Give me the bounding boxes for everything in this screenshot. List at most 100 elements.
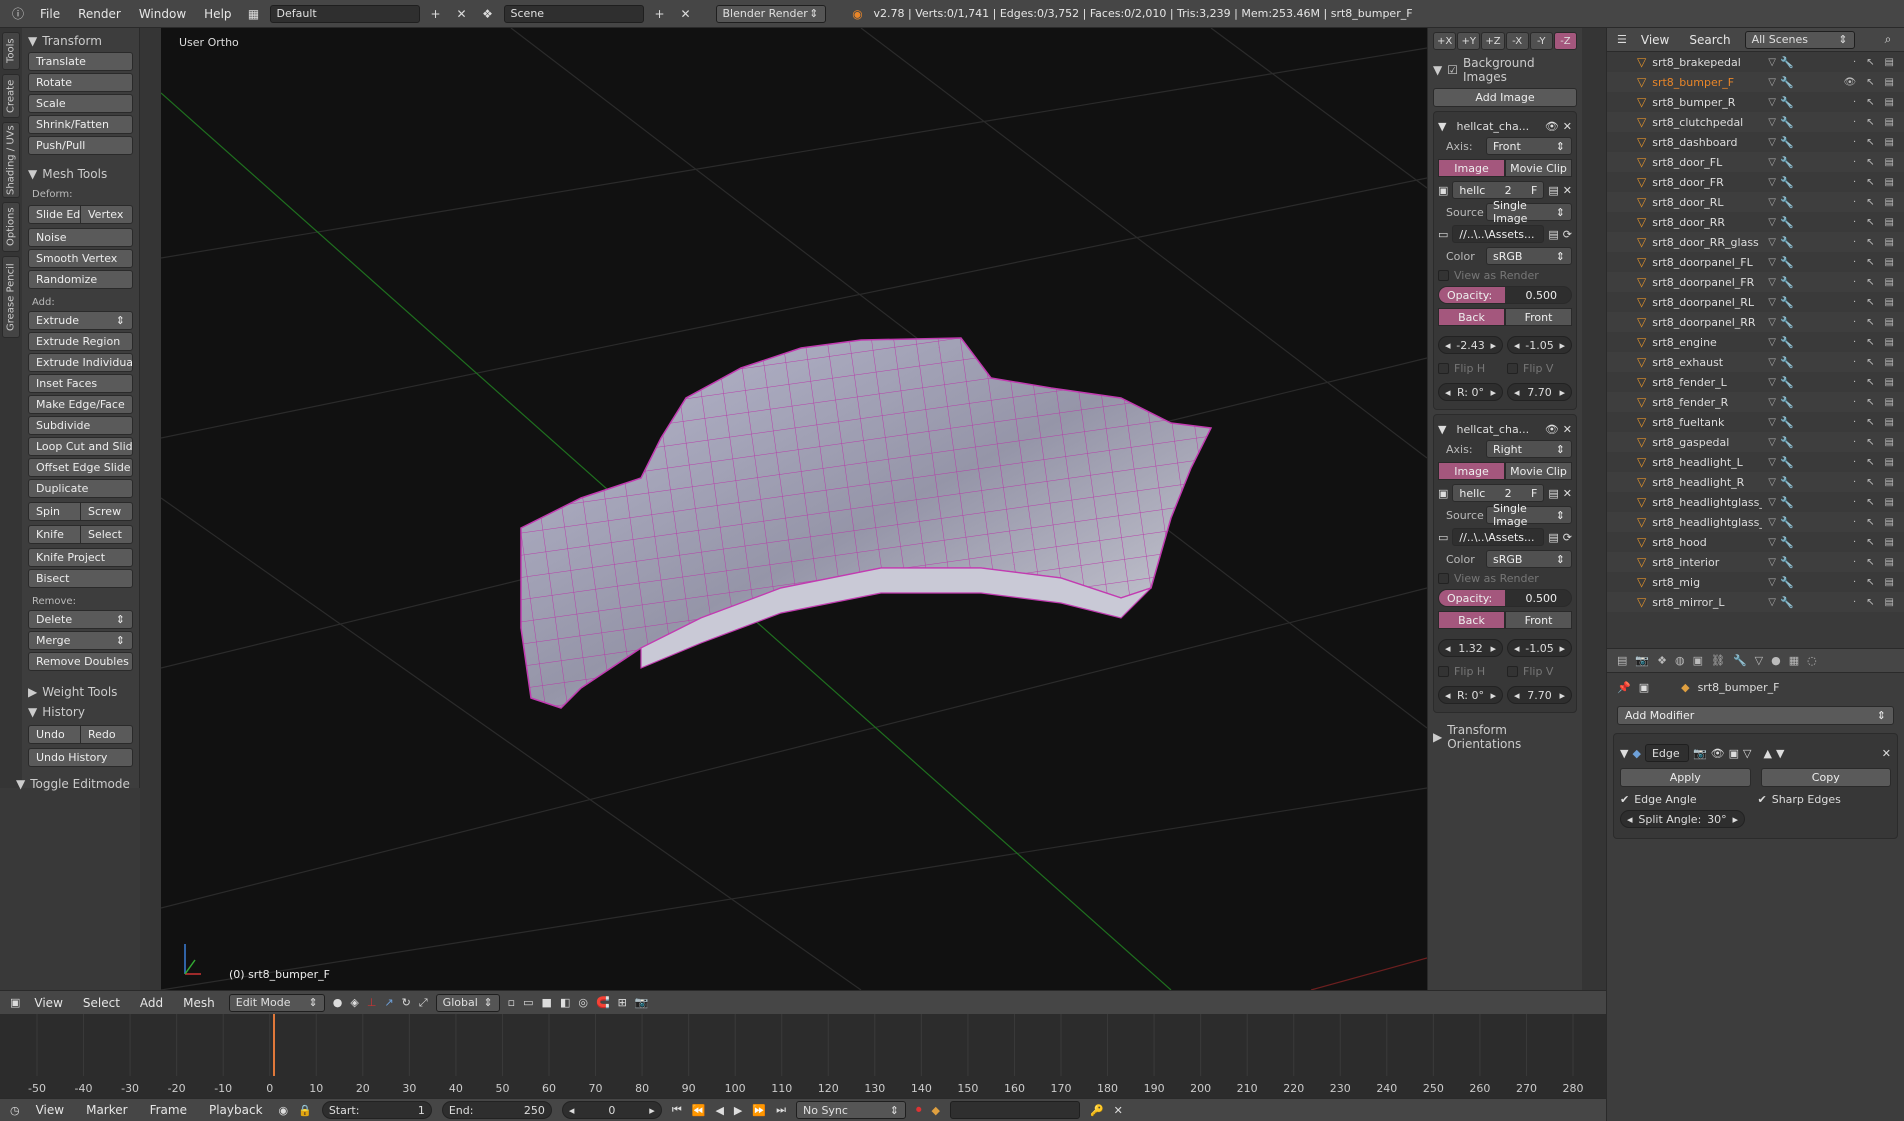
- image-datablock-name[interactable]: hellc: [1459, 184, 1485, 197]
- select-arrow-icon[interactable]: ↖: [1866, 557, 1874, 568]
- select-arrow-icon[interactable]: ↖: [1866, 497, 1874, 508]
- visibility-eye-icon[interactable]: ·: [1853, 477, 1856, 488]
- visibility-eye-icon[interactable]: ·: [1853, 597, 1856, 608]
- layout-grid-icon[interactable]: ▦: [244, 5, 264, 23]
- keying-set-icon[interactable]: ◆: [931, 1104, 939, 1117]
- tab-shading-uvs[interactable]: Shading / UVs: [2, 122, 20, 198]
- modifier-wrench-icon[interactable]: 🔧: [1780, 496, 1794, 509]
- render-camera-icon[interactable]: ▤: [1885, 117, 1894, 128]
- outliner-editor-icon[interactable]: ☰: [1617, 33, 1627, 46]
- folder-icon[interactable]: ▤: [1548, 531, 1558, 544]
- shrink-fatten-button[interactable]: Shrink/Fatten: [28, 115, 133, 134]
- folder-icon[interactable]: ▤: [1548, 228, 1558, 241]
- physics-tab-icon[interactable]: ◌: [1807, 654, 1817, 667]
- menu-render[interactable]: Render: [72, 7, 127, 21]
- knife-button[interactable]: Knife: [28, 525, 81, 544]
- visibility-eye-icon[interactable]: ·: [1853, 357, 1856, 368]
- viewport-right-scrollbar[interactable]: [1582, 28, 1606, 990]
- back-toggle[interactable]: Back: [1438, 611, 1505, 629]
- modifier-wrench-icon[interactable]: 🔧: [1780, 196, 1794, 209]
- mesh-tools-header[interactable]: ▼ Mesh Tools: [28, 167, 133, 181]
- extrude-region-button[interactable]: Extrude Region: [28, 332, 133, 351]
- axis-pos-y-button[interactable]: +Y: [1457, 32, 1481, 50]
- reload-icon[interactable]: ⟳: [1563, 531, 1572, 544]
- expand-down-icon[interactable]: ▼: [1438, 423, 1446, 436]
- unlink-icon[interactable]: ✕: [1563, 184, 1572, 197]
- screw-button[interactable]: Screw: [81, 502, 133, 521]
- axis-pos-z-button[interactable]: +Z: [1481, 32, 1505, 50]
- modifier-wrench-icon[interactable]: 🔧: [1780, 136, 1794, 149]
- visibility-eye-icon[interactable]: ·: [1853, 457, 1856, 468]
- outliner-item[interactable]: ▽ srt8_doorpanel_RR ▽ 🔧 · ↖ ▤: [1607, 312, 1904, 332]
- checkbox-checked-icon[interactable]: ☑: [1447, 63, 1458, 77]
- noise-button[interactable]: Noise: [28, 228, 133, 247]
- delete-scene-icon[interactable]: ✕: [676, 5, 696, 23]
- delete-keyframe-icon[interactable]: ✕: [1114, 1104, 1123, 1117]
- outliner-item[interactable]: ▽ srt8_door_FL ▽ 🔧 · ↖ ▤: [1607, 152, 1904, 172]
- delete-select[interactable]: Delete ⇕: [28, 610, 133, 629]
- outliner-item[interactable]: ▽ srt8_dashboard ▽ 🔧 · ↖ ▤: [1607, 132, 1904, 152]
- data-tab-icon[interactable]: ▽: [1755, 654, 1763, 667]
- visibility-eye-icon[interactable]: ·: [1853, 377, 1856, 388]
- marker-menu[interactable]: Marker: [80, 1103, 133, 1117]
- outliner-item[interactable]: ▽ srt8_headlight_L ▽ 🔧 · ↖ ▤: [1607, 452, 1904, 472]
- view-menu[interactable]: View: [28, 996, 68, 1010]
- fake-user-toggle[interactable]: F: [1531, 184, 1537, 197]
- modifier-wrench-icon[interactable]: 🔧: [1780, 276, 1794, 289]
- visibility-eye-icon[interactable]: ·: [1853, 117, 1856, 128]
- modifier-wrench-icon[interactable]: 🔧: [1780, 316, 1794, 329]
- render-camera-icon[interactable]: ▤: [1885, 457, 1894, 468]
- front-toggle[interactable]: Front: [1505, 308, 1572, 326]
- axis-neg-y-button[interactable]: -Y: [1529, 32, 1553, 50]
- select-arrow-icon[interactable]: ↖: [1866, 117, 1874, 128]
- extrude-select[interactable]: Extrude ⇕: [28, 311, 133, 330]
- visibility-eye-icon[interactable]: ·: [1853, 517, 1856, 528]
- translate-manip-icon[interactable]: ↗: [384, 996, 393, 1009]
- render-tab-icon[interactable]: 📷: [1635, 654, 1649, 667]
- redo-button[interactable]: Redo: [81, 725, 133, 744]
- outliner-item[interactable]: ▽ srt8_door_RR_glass ▽ 🔧 · ↖ ▤: [1607, 232, 1904, 252]
- scale-manip-icon[interactable]: ⤢: [419, 996, 428, 1010]
- preview-range-icon[interactable]: ◉: [279, 1104, 289, 1117]
- add-modifier-select[interactable]: Add Modifier ⇕: [1617, 706, 1894, 725]
- render-camera-icon[interactable]: ▤: [1885, 437, 1894, 448]
- render-camera-icon[interactable]: ▤: [1885, 417, 1894, 428]
- modifier-wrench-icon[interactable]: 🔧: [1780, 416, 1794, 429]
- render-camera-icon[interactable]: ▤: [1885, 357, 1894, 368]
- outliner-item[interactable]: ▽ srt8_headlight_R ▽ 🔧 · ↖ ▤: [1607, 472, 1904, 492]
- outliner-item[interactable]: ▽ srt8_door_RR ▽ 🔧 · ↖ ▤: [1607, 212, 1904, 232]
- offset-x-field[interactable]: ◂ -2.43 ▸: [1438, 336, 1503, 354]
- add-layout-icon[interactable]: +: [426, 5, 446, 23]
- outliner-item-label[interactable]: srt8_fueltank: [1652, 416, 1762, 429]
- add-scene-icon[interactable]: +: [650, 5, 670, 23]
- weight-tools-header[interactable]: ▶ Weight Tools: [28, 685, 133, 699]
- render-camera-icon[interactable]: ▤: [1885, 277, 1894, 288]
- modifier-wrench-icon[interactable]: 🔧: [1780, 436, 1794, 449]
- background-images-header[interactable]: ▼ ☑ Background Images: [1433, 56, 1577, 84]
- manipulator-icon[interactable]: ⊥: [367, 996, 377, 1009]
- offset-edge-slide-button[interactable]: Offset Edge Slide: [28, 458, 133, 477]
- render-camera-icon[interactable]: ▤: [1885, 557, 1894, 568]
- select-arrow-icon[interactable]: ↖: [1866, 577, 1874, 588]
- outliner-item-label[interactable]: srt8_headlight_R: [1652, 476, 1762, 489]
- merge-select[interactable]: Merge ⇕: [28, 631, 133, 650]
- constraints-tab-icon[interactable]: ⛓: [1711, 654, 1725, 667]
- modifier-wrench-icon[interactable]: 🔧: [1780, 396, 1794, 409]
- outliner-item[interactable]: ▽ srt8_doorpanel_FR ▽ 🔧 · ↖ ▤: [1607, 272, 1904, 292]
- delete-layout-icon[interactable]: ✕: [452, 5, 472, 23]
- modifier-wrench-icon[interactable]: 🔧: [1780, 536, 1794, 549]
- image-tab[interactable]: Image: [1438, 159, 1505, 177]
- mesh-menu[interactable]: Mesh: [177, 996, 221, 1010]
- image-browse-icon[interactable]: ▣: [1438, 487, 1448, 500]
- modifier-wrench-icon[interactable]: 🔧: [1780, 456, 1794, 469]
- modifier-wrench-icon[interactable]: 🔧: [1780, 516, 1794, 529]
- visibility-eye-icon[interactable]: ·: [1853, 177, 1856, 188]
- select-arrow-icon[interactable]: ↖: [1866, 377, 1874, 388]
- render-camera-icon[interactable]: ▤: [1885, 497, 1894, 508]
- outliner-item-label[interactable]: srt8_door_RL: [1652, 196, 1762, 209]
- visibility-eye-icon[interactable]: ·: [1853, 157, 1856, 168]
- outliner-item-label[interactable]: srt8_clutchpedal: [1652, 116, 1762, 129]
- modifier-wrench-icon[interactable]: 🔧: [1780, 96, 1794, 109]
- render-camera-icon[interactable]: ▤: [1885, 337, 1894, 348]
- visibility-eye-icon[interactable]: ·: [1853, 497, 1856, 508]
